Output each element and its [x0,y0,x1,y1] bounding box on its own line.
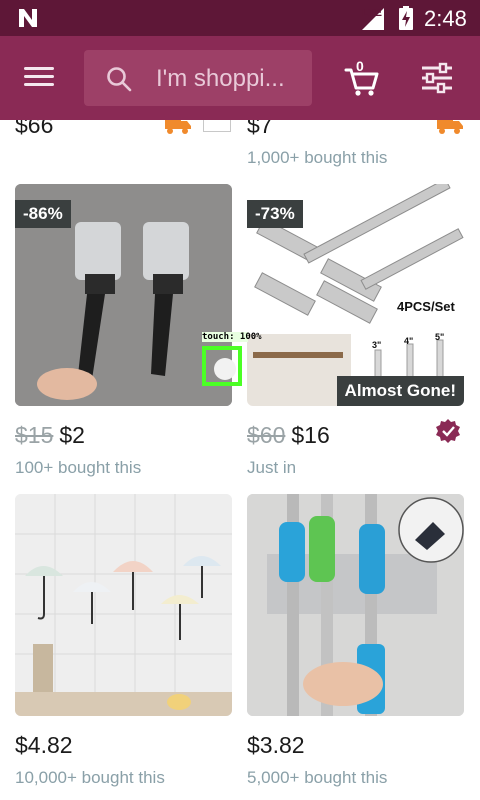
verified-icon [436,419,460,443]
search-icon [107,67,132,92]
pack-size-text: 4PCS/Set [397,299,455,314]
status-bar: LTE 2:48 [0,0,480,36]
product-price: $4.82 [15,732,73,758]
hamburger-icon-line [24,75,54,78]
product-price-row: $15 $2 [15,422,85,449]
search-bar[interactable] [84,50,312,106]
clock: 2:48 [424,6,467,31]
product-feed[interactable]: $66 $7 1,000+ bought this -86% $15 $2 10… [0,120,480,800]
size-label: 3" [372,340,382,350]
menu-button[interactable] [24,62,58,94]
network-type: LTE [362,7,382,19]
product-price: $16 [291,422,330,448]
bought-count: 10,000+ bought this [15,768,165,787]
product-image[interactable]: -86% [15,184,232,406]
ad-tag [203,120,231,132]
battery-charging-icon [399,6,413,30]
original-price: $60 [247,422,286,448]
bought-count: 5,000+ bought this [247,768,388,787]
almost-gone-badge: Almost Gone! [336,376,464,406]
umbrella-hooks-image [15,494,232,716]
android-n-icon [19,9,37,27]
touch-box [202,346,242,386]
product-price: $7 [247,120,273,138]
touch-indicator: touch: 100% [202,332,262,390]
product-image[interactable] [15,494,232,716]
product-price: $66 [15,120,54,138]
shipping-truck-icon [165,120,191,134]
search-input[interactable] [154,64,308,94]
product-image[interactable] [247,494,464,716]
mop-holder-image [247,494,464,716]
size-label: 4" [404,336,414,346]
bought-count: Just in [247,458,297,477]
discount-badge: -73% [247,200,303,228]
cart-count-badge: 0 [356,58,364,74]
product-image[interactable]: -73% 4PCS/Set 3" 4" 5" Almost Gone! [247,184,464,406]
original-price: $15 [15,422,54,448]
hamburger-icon-line [24,83,54,86]
product-price-row: $60 $16 [247,422,330,449]
hamburger-icon [24,67,54,70]
touch-label: touch: 100% [202,332,262,342]
app-bar: 0 [0,36,480,120]
bought-count: 100+ bought this [15,458,142,477]
filter-icon[interactable] [420,62,454,94]
bought-count: 1,000+ bought this [247,148,388,167]
size-label: 5" [435,332,445,342]
shipping-truck-icon [437,120,463,134]
product-price: $2 [59,422,85,448]
product-price: $3.82 [247,732,305,758]
touch-dot [214,358,236,380]
discount-badge: -86% [15,200,71,228]
